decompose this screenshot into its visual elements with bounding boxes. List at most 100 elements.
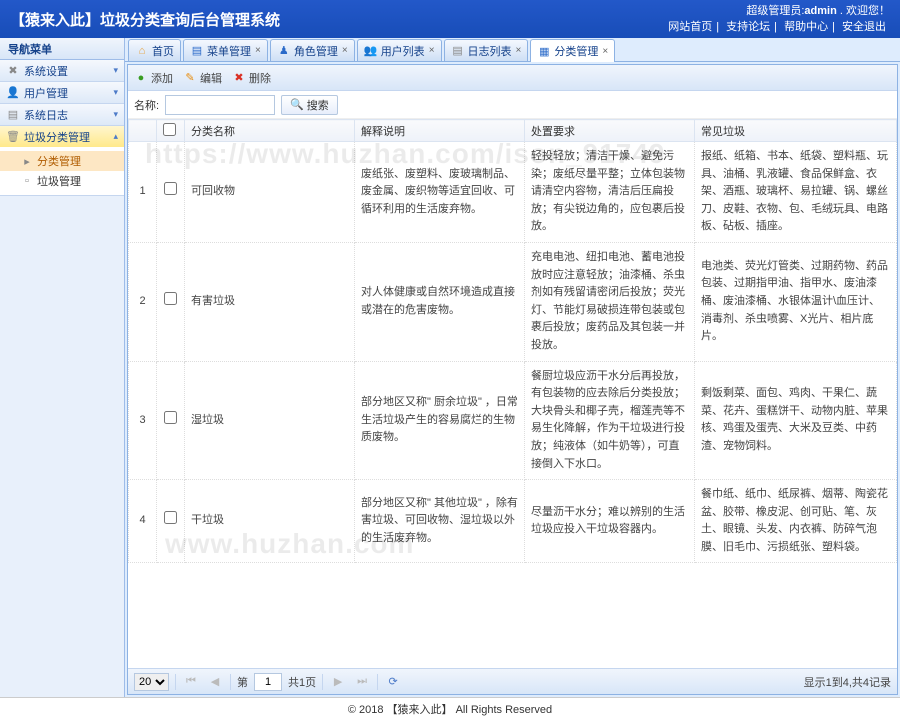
tab-loglist[interactable]: ▤ 日志列表 ×: [444, 39, 529, 61]
plus-icon: ●: [134, 71, 148, 85]
delete-icon: ✖: [232, 71, 246, 85]
sidebar-title: 导航菜单: [0, 38, 124, 60]
cell-common: 餐巾纸、纸巾、纸尿裤、烟蒂、陶瓷花盆、胶带、橡皮泥、创可贴、笔、灰土、眼镜、头发…: [695, 480, 897, 563]
page-input[interactable]: [254, 673, 282, 691]
delete-button[interactable]: ✖ 删除: [232, 70, 271, 86]
cell-checkbox: [157, 142, 185, 243]
page-first-button[interactable]: ⏮: [182, 673, 200, 691]
chevron-down-icon: ▾: [113, 109, 118, 120]
search-button[interactable]: 🔍 搜索: [281, 95, 338, 115]
col-common[interactable]: 常见垃圾: [695, 120, 897, 142]
tab-strip: ⌂ 首页 ▤ 菜单管理 × ♟ 角色管理 × 👥 用户列表 ×: [125, 38, 900, 62]
row-checkbox[interactable]: [164, 182, 177, 195]
chevron-down-icon: ▾: [113, 87, 118, 98]
sidebar-group-users[interactable]: 👤 用户管理 ▾: [0, 82, 124, 103]
cell-common: 剩饭剩菜、面包、鸡肉、干果仁、蔬菜、花卉、蛋糕饼干、动物内脏、苹果核、鸡蛋及蛋壳…: [695, 361, 897, 480]
chevron-down-icon: ▾: [113, 65, 118, 76]
page-last-button[interactable]: ⏭: [353, 673, 371, 691]
users-icon: 👥: [364, 44, 378, 58]
tab-category[interactable]: ▦ 分类管理 ×: [530, 39, 615, 62]
col-index: [129, 120, 157, 142]
page-refresh-button[interactable]: ⟳: [384, 673, 402, 691]
sidebar: 导航菜单 ✖ 系统设置 ▾ 👤 用户管理 ▾ ▤ 系统日志: [0, 38, 125, 697]
tab-users[interactable]: 👥 用户列表 ×: [357, 39, 442, 61]
file-icon: ▸: [20, 155, 34, 168]
pencil-icon: ✎: [183, 71, 197, 85]
category-icon: ▦: [537, 44, 551, 58]
link-home[interactable]: 网站首页: [668, 21, 712, 33]
link-logout[interactable]: 安全退出: [842, 21, 886, 33]
col-checkbox: [157, 120, 185, 142]
table-header-row: 分类名称 解释说明 处置要求 常见垃圾: [129, 120, 897, 142]
cell-req: 餐厨垃圾应沥干水分后再投放，有包装物的应去除后分类投放；大块骨头和椰子壳，榴莲壳…: [525, 361, 695, 480]
log-icon: ▤: [6, 108, 20, 122]
search-label: 名称:: [134, 97, 159, 113]
close-icon[interactable]: ×: [602, 46, 608, 57]
search-row: 名称: 🔍 搜索: [128, 91, 897, 119]
main-panel: ● 添加 ✎ 编辑 ✖ 删除 名称:: [127, 64, 898, 695]
tree-node-garbage[interactable]: ▫ 垃圾管理: [0, 171, 124, 191]
checkbox-all[interactable]: [163, 123, 176, 136]
cell-common: 报纸、纸箱、书本、纸袋、塑料瓶、玩具、油桶、乳液罐、食品保鲜盒、衣架、酒瓶、玻璃…: [695, 142, 897, 243]
table-row[interactable]: 1可回收物废纸张、废塑料、废玻璃制品、废金属、废织物等适宜回收、可循环利用的生活…: [129, 142, 897, 243]
home-icon: ⌂: [135, 44, 149, 58]
app-header: 【猿来入此】垃圾分类查询后台管理系统 超级管理员:admin . 欢迎您！ 网站…: [0, 0, 900, 38]
pager: 20 ⏮ ◀ 第 共1页 ▶ ⏭ ⟳ 显示1到4,共4记录: [128, 668, 897, 694]
cell-index: 1: [129, 142, 157, 243]
cell-desc: 废纸张、废塑料、废玻璃制品、废金属、废织物等适宜回收、可循环利用的生活废弃物。: [355, 142, 525, 243]
search-icon: 🔍: [290, 98, 304, 111]
page-prev-button[interactable]: ◀: [206, 673, 224, 691]
welcome-text: 超级管理员:admin . 欢迎您！: [664, 3, 890, 20]
tab-menu[interactable]: ▤ 菜单管理 ×: [183, 39, 268, 61]
pager-info: 显示1到4,共4记录: [804, 674, 891, 690]
close-icon[interactable]: ×: [342, 45, 348, 56]
loglist-icon: ▤: [451, 44, 465, 58]
table-row[interactable]: 2有害垃圾对人体健康或自然环境造成直接或潜在的危害废物。充电电池、纽扣电池、蓄电…: [129, 242, 897, 361]
tree-node-category[interactable]: ▸ 分类管理: [0, 151, 124, 171]
table-row[interactable]: 4 干垃圾部分地区又称" 其他垃圾" ，除有害垃圾、可回收物、湿垃圾以外的生活废弃…: [129, 480, 897, 563]
add-button[interactable]: ● 添加: [134, 70, 173, 86]
link-forum[interactable]: 支持论坛: [726, 21, 770, 33]
search-input[interactable]: [165, 95, 275, 115]
header-right: 超级管理员:admin . 欢迎您！ 网站首页| 支持论坛| 帮助中心| 安全退…: [664, 3, 890, 36]
table-row[interactable]: 3湿垃圾部分地区又称" 厨余垃圾" ，日常生活垃圾产生的容易腐烂的生物质废物。餐…: [129, 361, 897, 480]
menu-icon: ▤: [190, 44, 204, 58]
cell-desc: 对人体健康或自然环境造成直接或潜在的危害废物。: [355, 242, 525, 361]
header-links: 网站首页| 支持论坛| 帮助中心| 安全退出: [664, 19, 890, 36]
trash-icon: 🗑: [6, 130, 20, 144]
edit-button[interactable]: ✎ 编辑: [183, 70, 222, 86]
file-icon: ▫: [20, 175, 34, 187]
data-grid: 分类名称 解释说明 处置要求 常见垃圾 1可回收物废纸张、废塑料、废玻璃制品、废…: [128, 119, 897, 668]
cell-checkbox: [157, 361, 185, 480]
sidebar-group-logs[interactable]: ▤ 系统日志 ▾: [0, 104, 124, 125]
col-req[interactable]: 处置要求: [525, 120, 695, 142]
close-icon[interactable]: ×: [516, 45, 522, 56]
cell-desc: 部分地区又称" 厨余垃圾" ，日常生活垃圾产生的容易腐烂的生物质废物。: [355, 361, 525, 480]
app-title: 【猿来入此】垃圾分类查询后台管理系统: [10, 9, 280, 30]
sidebar-group-system[interactable]: ✖ 系统设置 ▾: [0, 60, 124, 81]
user-icon: 👤: [6, 86, 20, 100]
page-next-button[interactable]: ▶: [329, 673, 347, 691]
link-help[interactable]: 帮助中心: [784, 21, 828, 33]
row-checkbox[interactable]: [164, 411, 177, 424]
footer: © 2018 【猿来入此】 All Rights Reserved: [0, 697, 900, 719]
cell-name: 干垃圾: [185, 480, 355, 563]
cell-req: 充电电池、纽扣电池、蓄电池投放时应注意轻放；油漆桶、杀虫剂如有残留请密闭后投放；…: [525, 242, 695, 361]
row-checkbox[interactable]: [164, 511, 177, 524]
cell-name: 有害垃圾: [185, 242, 355, 361]
cell-desc: 部分地区又称" 其他垃圾" ，除有害垃圾、可回收物、湿垃圾以外的生活废弃物。: [355, 480, 525, 563]
page-size-select[interactable]: 20: [134, 673, 169, 691]
tab-role[interactable]: ♟ 角色管理 ×: [270, 39, 355, 61]
role-icon: ♟: [277, 44, 291, 58]
cell-req: 尽量沥干水分；难以辨别的生活垃圾应投入干垃圾容器内。: [525, 480, 695, 563]
cell-common: 电池类、荧光灯管类、过期药物、药品包装、过期指甲油、指甲水、废油漆桶、废油漆桶、…: [695, 242, 897, 361]
col-desc[interactable]: 解释说明: [355, 120, 525, 142]
row-checkbox[interactable]: [164, 292, 177, 305]
sidebar-group-trash[interactable]: 🗑 垃圾分类管理 ▴: [0, 126, 124, 147]
close-icon[interactable]: ×: [429, 45, 435, 56]
cell-checkbox: [157, 480, 185, 563]
col-name[interactable]: 分类名称: [185, 120, 355, 142]
tab-home[interactable]: ⌂ 首页: [128, 39, 181, 61]
cell-index: 4: [129, 480, 157, 563]
close-icon[interactable]: ×: [255, 45, 261, 56]
